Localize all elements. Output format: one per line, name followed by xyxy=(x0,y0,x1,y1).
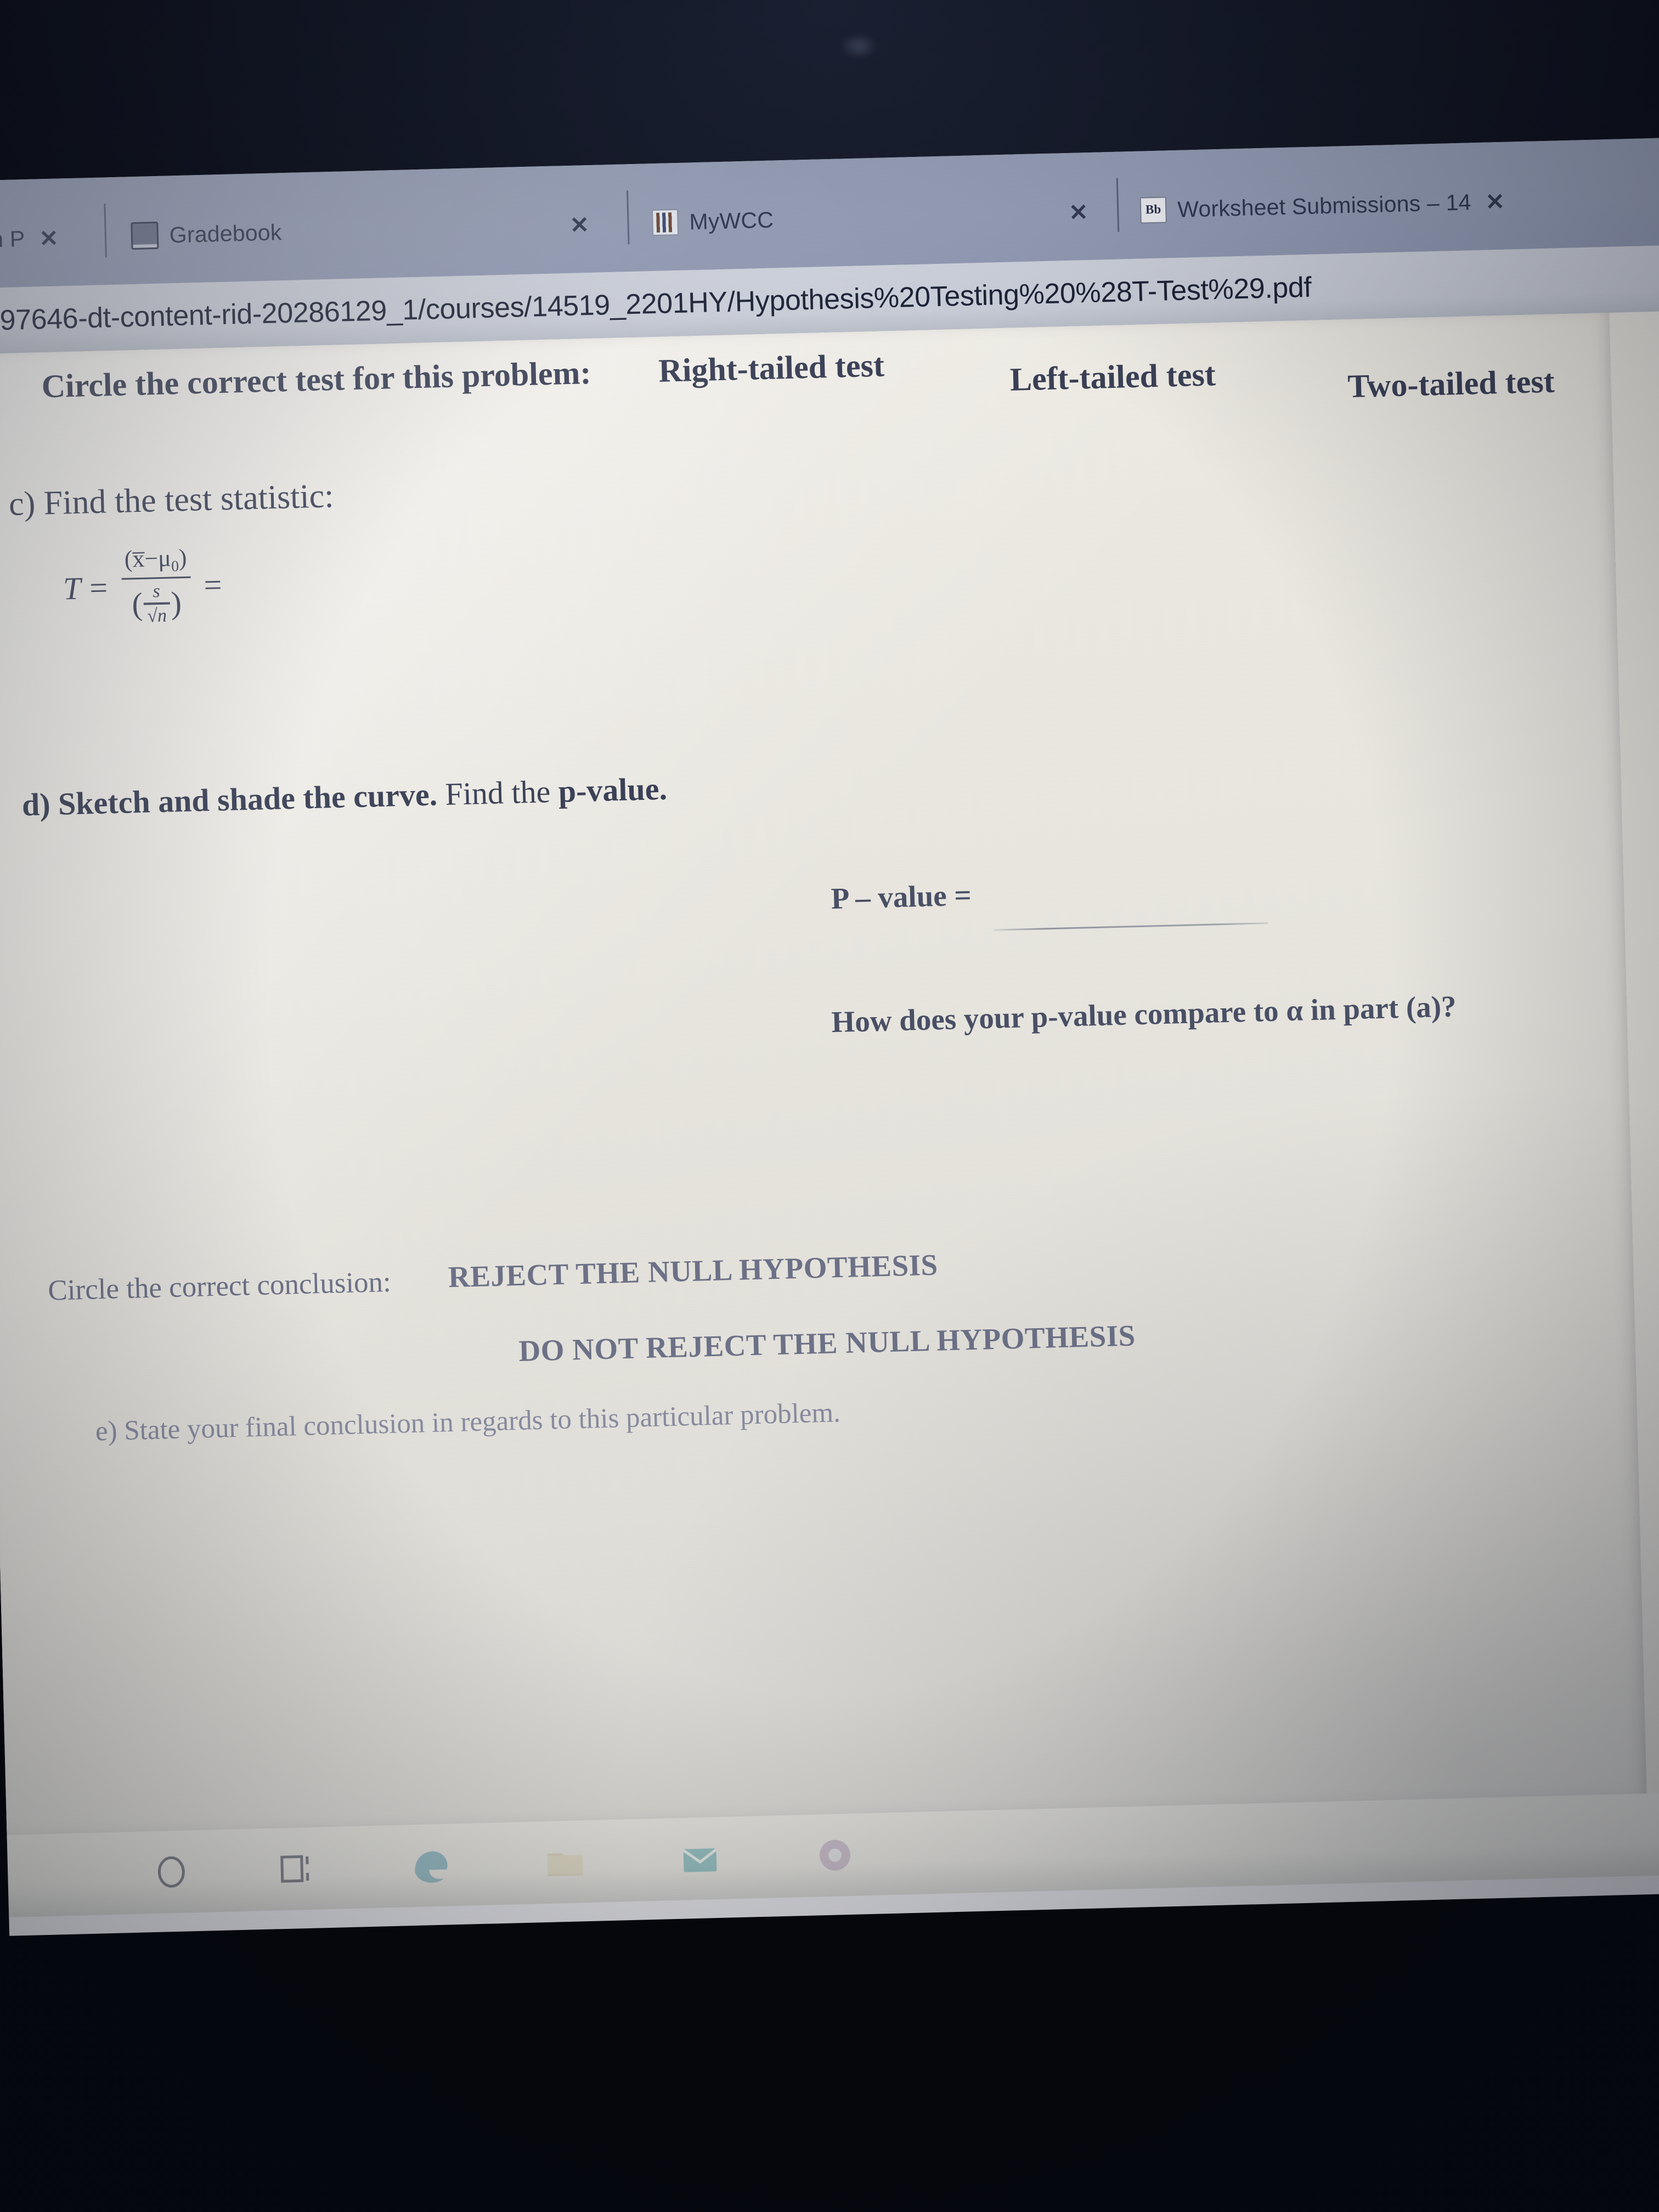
formula-trailing-equals: = xyxy=(203,567,223,603)
bezel-glint xyxy=(839,33,878,59)
option-do-not-reject-null[interactable]: DO NOT REJECT THE NULL HYPOTHESIS xyxy=(518,1318,1136,1368)
document-icon xyxy=(131,221,159,250)
browser-tab-1-close[interactable]: ✕ xyxy=(568,177,590,272)
browser-tab-3-close-icon[interactable]: ✕ xyxy=(1485,188,1505,215)
browser-tab-2-title: MyWCC xyxy=(689,207,774,234)
part-d-line: d) Sketch and shade the curve. Find the … xyxy=(21,770,668,823)
browser-tab-1[interactable]: Gradebook xyxy=(130,185,283,283)
browser-tab-2-close[interactable]: ✕ xyxy=(1068,165,1090,259)
formula-denominator: ( s √n ) xyxy=(128,578,185,629)
tab-divider-1 xyxy=(627,190,630,245)
tab-divider-2 xyxy=(1116,178,1120,232)
browser-tab-3-title: Worksheet Submissions – 14 xyxy=(1177,189,1472,222)
browser-tab-2[interactable]: MyWCC xyxy=(651,173,775,270)
browser-tab-0-close-icon[interactable]: ✕ xyxy=(39,224,59,252)
part-d-bold-1: d) Sketch and shade the curve. xyxy=(21,776,438,823)
circle-test-prompt: Circle the correct test for this problem… xyxy=(41,354,592,405)
browser-tab-0-title: um P xyxy=(0,225,25,252)
chrome-browser-icon[interactable] xyxy=(808,1828,862,1882)
part-c-label: c) Find the test statistic: xyxy=(8,477,335,523)
p-value-blank[interactable] xyxy=(994,922,1268,931)
browser-tab-3[interactable]: Bb Worksheet Submissions – 14 ✕ xyxy=(1139,154,1506,258)
pdf-viewer[interactable]: Circle the correct test for this problem… xyxy=(0,311,1659,1835)
option-right-tailed-test[interactable]: Right-tailed test xyxy=(658,346,885,390)
formula-den-top: s xyxy=(152,580,161,601)
formula-numerator: (x̅−μ0) xyxy=(121,544,190,578)
formula-equals: = xyxy=(89,569,108,606)
edge-browser-icon[interactable] xyxy=(403,1838,457,1892)
formula-numerator-sub: 0 xyxy=(171,557,179,575)
mail-icon[interactable] xyxy=(673,1832,727,1886)
file-explorer-icon[interactable] xyxy=(538,1835,592,1889)
part-d-normal: Find the xyxy=(437,773,559,812)
task-view-icon[interactable] xyxy=(268,1842,322,1895)
laptop-screen-photo: um P ✕ Gradebook ✕ MyWCC ✕ Bb Worksheet … xyxy=(0,0,1659,2212)
p-value-label: P – value = xyxy=(831,878,972,916)
formula-den-bottom: √n xyxy=(143,603,171,628)
compare-question: How does your p-value compare to α in pa… xyxy=(831,989,1457,1039)
formula-paren-close: ) xyxy=(170,584,182,621)
browser-tab-1-close-icon[interactable]: ✕ xyxy=(569,211,590,239)
formula-denominator-parens: ( s √n ) xyxy=(131,579,182,628)
test-statistic-formula: T = (x̅−μ0) ( s √n) = xyxy=(62,543,223,631)
part-e-label: e) State your final conclusion in regard… xyxy=(95,1397,841,1447)
formula-inner-fraction: s √n xyxy=(143,579,171,628)
circle-conclusion-prompt: Circle the correct conclusion: xyxy=(47,1266,392,1307)
mywcc-icon xyxy=(651,208,679,236)
formula-fraction: (x̅−μ0) ( s √n ) xyxy=(121,544,192,630)
formula-numerator-close: ) xyxy=(178,544,188,572)
formula-lhs: T xyxy=(63,570,82,607)
option-two-tailed-test[interactable]: Two-tailed test xyxy=(1347,363,1555,406)
formula-paren-open: ( xyxy=(131,585,143,622)
part-d-bold-2: p-value. xyxy=(557,770,668,809)
browser-tab-0[interactable]: um P ✕ xyxy=(0,191,60,287)
formula-numerator-main: (x̅−μ xyxy=(124,544,172,573)
laptop-screen: um P ✕ Gradebook ✕ MyWCC ✕ Bb Worksheet … xyxy=(0,137,1659,1936)
option-left-tailed-test[interactable]: Left-tailed test xyxy=(1009,356,1216,398)
option-reject-null[interactable]: REJECT THE NULL HYPOTHESIS xyxy=(448,1248,938,1295)
browser-tab-1-title: Gradebook xyxy=(169,219,282,247)
blackboard-icon: Bb xyxy=(1139,196,1167,224)
pdf-page: Circle the correct test for this problem… xyxy=(0,313,1647,1835)
tab-divider-0 xyxy=(104,204,107,258)
browser-tab-2-close-icon[interactable]: ✕ xyxy=(1069,198,1089,225)
cortana-search-icon[interactable] xyxy=(144,1845,198,1899)
